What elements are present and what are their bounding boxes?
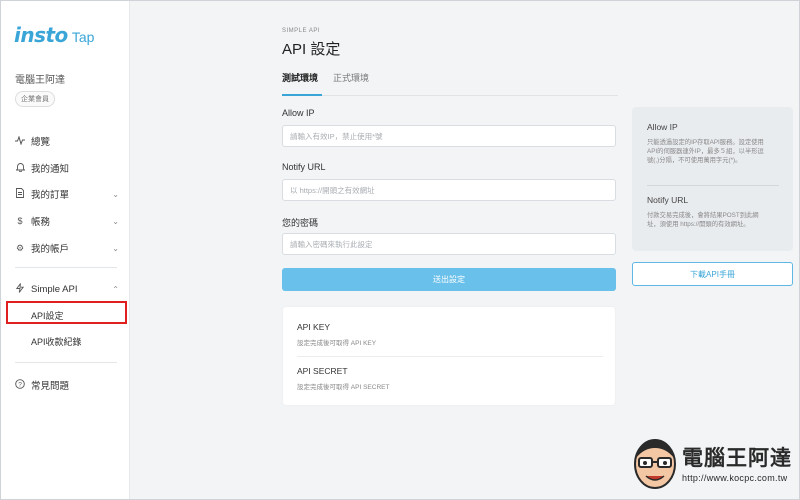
dollar-icon: $	[17, 216, 23, 226]
svg-text:?: ?	[18, 381, 22, 388]
info-divider	[647, 185, 779, 186]
password-input[interactable]	[283, 234, 615, 255]
logo-main: insto	[14, 23, 68, 47]
brand-logo[interactable]: insto Tap	[14, 23, 94, 47]
password-field-box	[282, 233, 616, 255]
info-notify-url-text: 付款交易完成後，會將結果POST到此網址，須使用 https://開頭的有效網址…	[647, 212, 759, 229]
chevron-down-icon: ⌄	[112, 189, 119, 199]
allow-ip-field-box	[282, 125, 616, 147]
document-icon	[15, 188, 25, 200]
sidebar-item-label: 我的通知	[31, 164, 70, 175]
bell-icon	[14, 162, 26, 174]
sidebar-item-account[interactable]: ⚙ 我的帳戶 ⌄	[15, 241, 119, 256]
password-label: 您的密碼	[282, 218, 319, 228]
sidebar-subitem-api-payment-records[interactable]: API收款紀錄	[31, 335, 82, 348]
download-api-manual-button[interactable]: 下載API手冊	[632, 262, 793, 286]
watermark-title: 電腦王阿達	[682, 446, 792, 470]
gear-icon: ⚙	[15, 242, 25, 253]
active-tab-indicator	[282, 94, 322, 96]
allow-ip-input[interactable]	[283, 126, 615, 147]
notify-url-label: Notify URL	[282, 162, 326, 172]
api-secret-title: API SECRET	[297, 366, 348, 376]
question-circle-icon: ?	[15, 379, 25, 391]
tab-test-environment[interactable]: 測試環境	[282, 71, 318, 84]
allow-ip-label: Allow IP	[282, 108, 315, 118]
info-allow-ip-title: Allow IP	[647, 122, 678, 132]
company-name: 電腦王阿達	[15, 75, 65, 86]
sidebar-item-simple-api[interactable]: Simple API ⌃	[15, 283, 119, 295]
sidebar-item-notifications[interactable]: 我的通知	[14, 161, 119, 175]
info-notify-url-title: Notify URL	[647, 195, 689, 205]
chevron-up-icon: ⌃	[112, 284, 119, 294]
sidebar-item-label: 常見問題	[31, 381, 70, 392]
api-keys-card: API KEY 設定完成後可取得 API KEY API SECRET 設定完成…	[282, 306, 616, 406]
sidebar-item-label: 我的帳戶	[31, 244, 70, 255]
sidebar: insto Tap 電腦王阿達 企業會員 總覽 我的通知 我的訂單 ⌄ $ 帳務…	[1, 1, 130, 499]
info-panel: Allow IP 只能透過設定的IP存取API服務。設定使用API的伺服器連外I…	[632, 107, 793, 251]
sidebar-divider	[15, 362, 117, 363]
api-key-title: API KEY	[297, 322, 331, 332]
sidebar-item-label: 總覽	[31, 137, 51, 148]
sidebar-item-label: 帳務	[31, 217, 51, 228]
activity-icon	[15, 134, 25, 147]
notify-url-field-box	[282, 179, 616, 201]
chevron-down-icon: ⌄	[112, 216, 119, 226]
logo-sub: Tap	[71, 29, 95, 45]
highlight-box	[6, 301, 127, 324]
member-badge: 企業會員	[15, 91, 55, 107]
sidebar-item-orders[interactable]: 我的訂單 ⌄	[15, 187, 119, 201]
submit-settings-button[interactable]: 送出設定	[282, 268, 616, 291]
sidebar-item-faq[interactable]: ? 常見問題	[15, 378, 119, 392]
tab-underline	[282, 94, 618, 96]
mascot-face-icon	[634, 439, 676, 489]
chevron-down-icon: ⌄	[112, 243, 119, 253]
api-key-desc: 設定完成後可取得 API KEY	[297, 340, 377, 347]
page-title: API 設定	[282, 41, 341, 58]
info-allow-ip-text: 只能透過設定的IP存取API服務。設定使用API的伺服器連外IP，最多５組，以半…	[647, 139, 764, 165]
watermark: 電腦王阿達 http://www.kocpc.com.tw	[620, 430, 795, 496]
sidebar-item-label: Simple API	[31, 283, 78, 295]
watermark-url: http://www.kocpc.com.tw	[682, 473, 788, 483]
page-kicker: SIMPLE API	[282, 28, 321, 34]
lightning-icon	[15, 283, 25, 295]
sidebar-divider	[15, 267, 117, 268]
sidebar-item-label: 我的訂單	[31, 190, 70, 201]
api-secret-desc: 設定完成後可取得 API SECRET	[297, 384, 390, 391]
notify-url-input[interactable]	[283, 180, 615, 201]
tab-production-environment[interactable]: 正式環境	[333, 71, 369, 84]
card-divider	[297, 356, 603, 357]
sidebar-item-overview[interactable]: 總覽	[15, 134, 119, 148]
sidebar-item-finance[interactable]: $ 帳務 ⌄	[15, 214, 119, 228]
